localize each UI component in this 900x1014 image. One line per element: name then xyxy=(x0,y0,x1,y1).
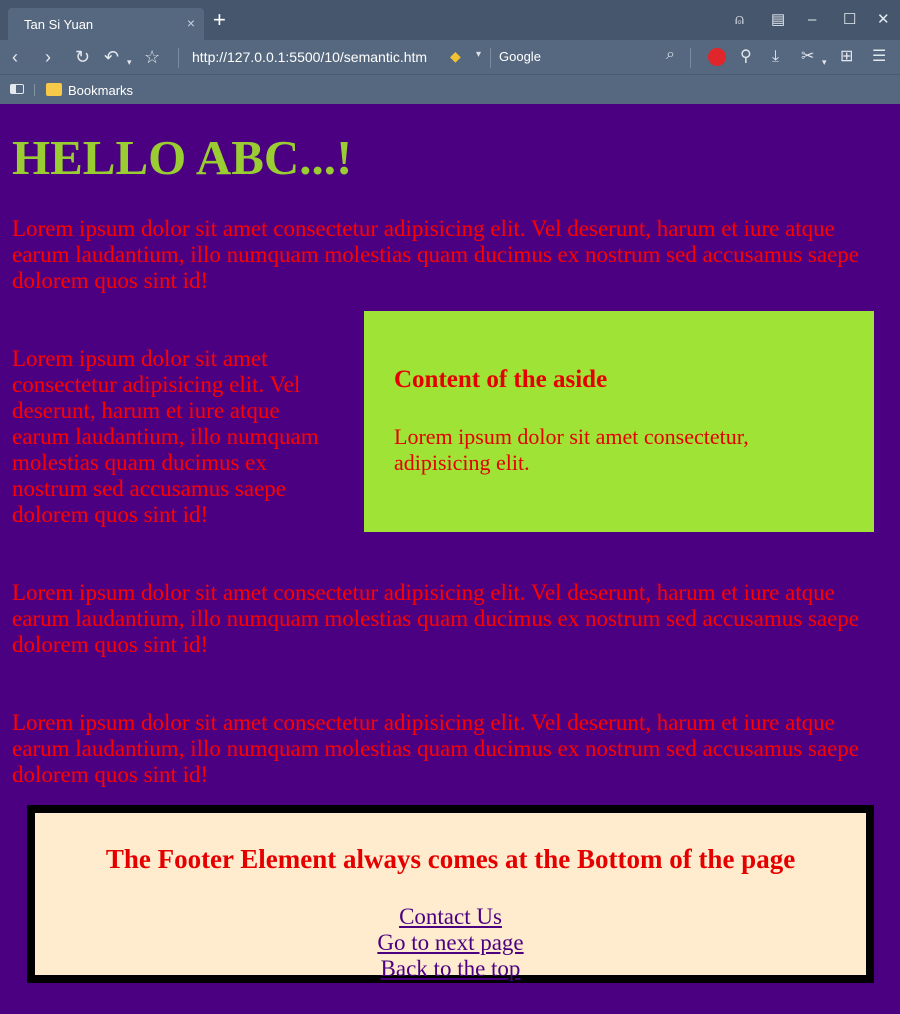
close-window-icon[interactable]: ✕ xyxy=(877,11,890,29)
forward-icon[interactable]: › xyxy=(45,47,51,67)
bookmarks-divider xyxy=(34,84,35,96)
menu-icon[interactable]: ☰ xyxy=(872,47,886,67)
sidebar-icon[interactable]: ▤ xyxy=(771,11,785,29)
screenshot-dropdown-icon[interactable]: ▾ xyxy=(822,52,827,72)
next-page-link[interactable]: Go to next page xyxy=(35,930,866,956)
footer-content: The Footer Element always comes at the B… xyxy=(35,813,866,981)
aside-box: Content of the aside Lorem ipsum dolor s… xyxy=(364,311,874,532)
bookmarks-bar: Bookmarks xyxy=(0,74,900,104)
search-icon[interactable]: ⌕ xyxy=(666,46,675,64)
toolbar-divider xyxy=(490,48,491,68)
tab-title: Tan Si Yuan xyxy=(24,17,94,32)
sidebar-toggle-icon[interactable] xyxy=(10,84,24,94)
paragraph: Lorem ipsum dolor sit amet consectetur a… xyxy=(12,710,859,787)
bookmark-star-icon[interactable]: ☆ xyxy=(144,47,160,67)
browser-tab[interactable]: Tan Si Yuan × xyxy=(8,8,204,40)
translate-icon[interactable]: ⚲ xyxy=(740,47,752,67)
footer-title: The Footer Element always comes at the B… xyxy=(105,844,796,874)
minimize-icon[interactable]: – xyxy=(808,11,816,29)
tab-bar: Tan Si Yuan × + ⍝ ▤ – ☐ ✕ xyxy=(0,0,900,40)
toolbar-divider xyxy=(178,48,179,68)
undo-dropdown-icon[interactable]: ▾ xyxy=(127,52,132,72)
address-input[interactable]: http://127.0.0.1:5500/10/semantic.htm xyxy=(192,49,427,65)
browser-chrome: Tan Si Yuan × + ⍝ ▤ – ☐ ✕ ‹ › ↻ ↶ ▾ ☆ ht… xyxy=(0,0,900,104)
contact-us-link[interactable]: Contact Us xyxy=(35,904,866,930)
folder-icon[interactable] xyxy=(46,83,62,96)
site-extension-icon[interactable]: ◆ xyxy=(450,48,461,65)
reload-icon[interactable]: ↻ xyxy=(75,47,90,67)
search-engine-input[interactable]: Google xyxy=(499,49,541,64)
bookmarks-folder[interactable]: Bookmarks xyxy=(68,83,133,98)
tab-close-icon[interactable]: × xyxy=(187,15,195,31)
aside-text: Lorem ipsum dolor sit amet consectetur, … xyxy=(394,424,749,475)
toolbar-divider xyxy=(690,48,691,68)
new-tab-icon[interactable]: + xyxy=(213,9,226,31)
aside-title: Content of the aside xyxy=(394,366,608,393)
paragraph: Lorem ipsum dolor sit amet consectetur a… xyxy=(12,580,859,657)
adblock-icon[interactable] xyxy=(708,48,726,66)
paragraph: Lorem ipsum dolor sit amet consectetur a… xyxy=(12,216,859,293)
maximize-icon[interactable]: ☐ xyxy=(843,11,856,29)
address-dropdown-icon[interactable]: ▾ xyxy=(476,49,481,60)
page-footer: The Footer Element always comes at the B… xyxy=(27,805,874,983)
paragraph: Lorem ipsum dolor sit amet consectetur a… xyxy=(12,346,319,527)
undo-icon[interactable]: ↶ xyxy=(104,47,119,67)
page-heading: HELLO ABC...! xyxy=(12,130,353,185)
profile-icon[interactable]: ⍝ xyxy=(735,11,744,29)
address-bar[interactable]: http://127.0.0.1:5500/10/semantic.htm ◆ … xyxy=(180,44,490,70)
apps-icon[interactable]: ⊞ xyxy=(840,47,853,67)
back-to-top-link[interactable]: Back to the top xyxy=(35,956,866,982)
toolbar: ‹ › ↻ ↶ ▾ ☆ http://127.0.0.1:5500/10/sem… xyxy=(0,40,900,74)
back-icon[interactable]: ‹ xyxy=(12,47,18,67)
screenshot-icon[interactable]: ✂ xyxy=(801,47,814,67)
download-icon[interactable]: ⤓ xyxy=(772,47,779,67)
